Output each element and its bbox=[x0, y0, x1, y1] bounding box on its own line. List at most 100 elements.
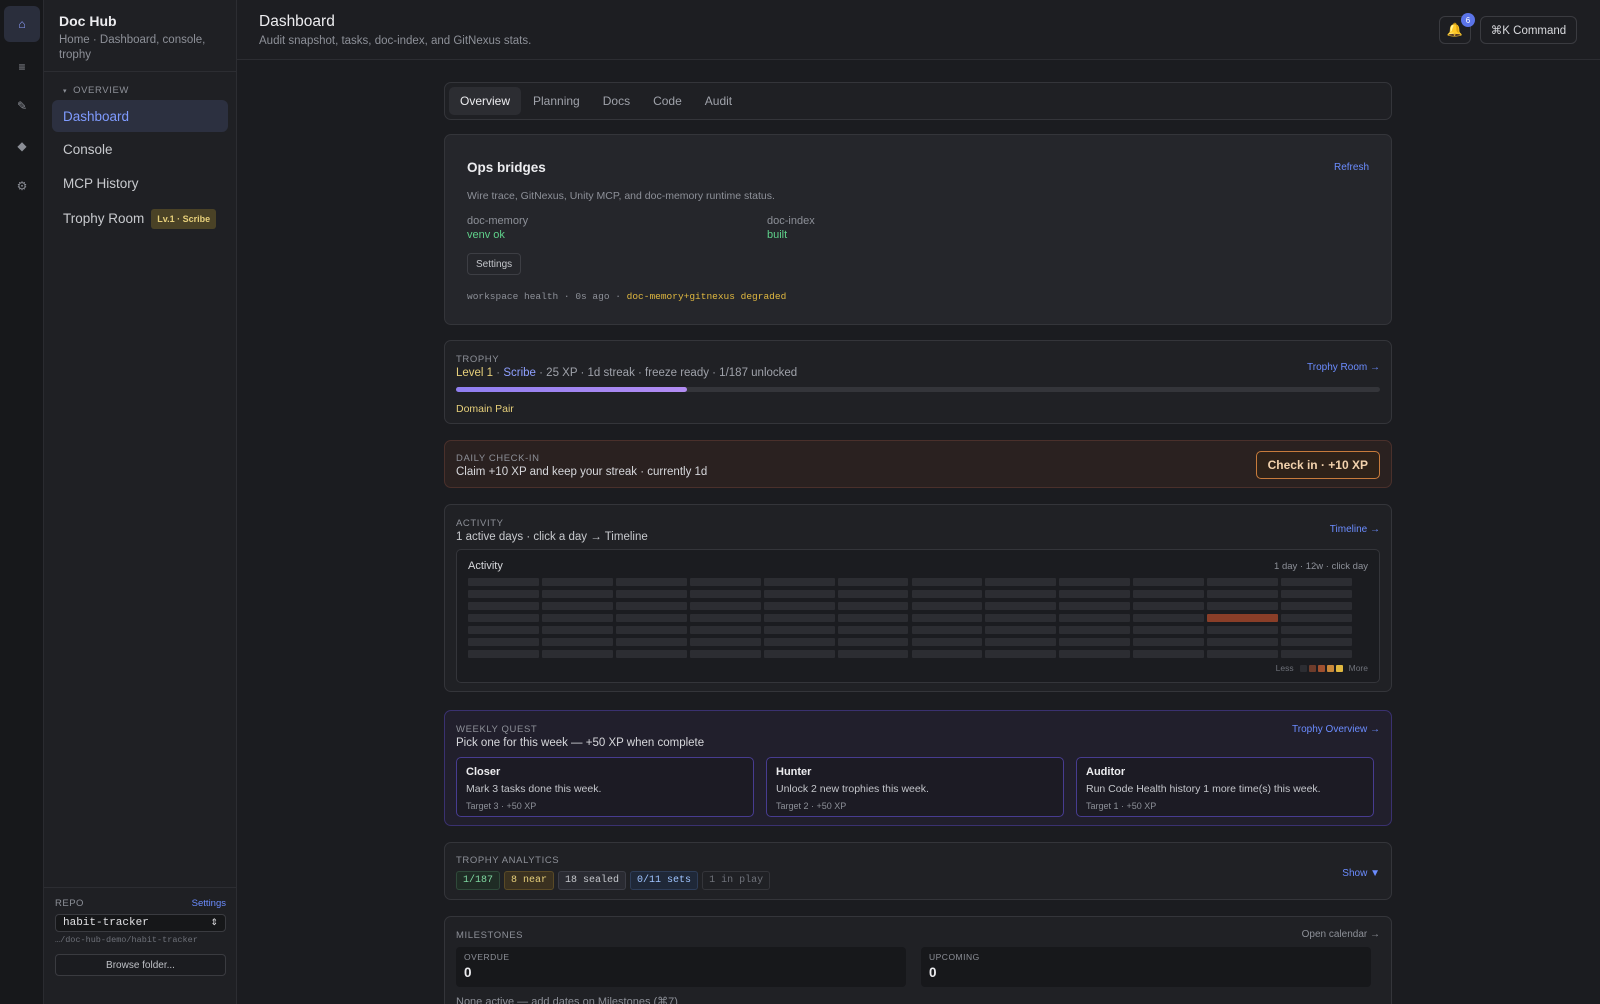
heatmap-cell[interactable] bbox=[911, 602, 983, 610]
sidebar-item-mcp-history[interactable]: MCP History bbox=[52, 167, 228, 199]
heatmap-cell[interactable] bbox=[985, 590, 1057, 598]
heatmap-cell[interactable] bbox=[1207, 650, 1279, 658]
browse-folder-button[interactable]: Browse folder... bbox=[55, 954, 226, 976]
heatmap-cell[interactable] bbox=[837, 602, 909, 610]
heatmap-cell[interactable] bbox=[468, 638, 539, 646]
heatmap-cell[interactable] bbox=[1059, 614, 1131, 622]
show-toggle[interactable]: Show ▼ bbox=[1342, 868, 1380, 879]
heatmap-cell[interactable] bbox=[1281, 602, 1352, 610]
heatmap-cell[interactable] bbox=[1133, 602, 1205, 610]
heatmap-cell[interactable] bbox=[615, 614, 687, 622]
heatmap-cell[interactable] bbox=[689, 578, 761, 586]
check-in-button[interactable]: Check in · +10 XP bbox=[1255, 451, 1380, 479]
heatmap-cell[interactable] bbox=[615, 602, 687, 610]
quest-option-closer[interactable]: Closer Mark 3 tasks done this week. Targ… bbox=[456, 757, 754, 817]
heatmap-cell[interactable] bbox=[468, 614, 539, 622]
heatmap-cell[interactable] bbox=[985, 614, 1057, 622]
heatmap-cell[interactable] bbox=[1133, 590, 1205, 598]
heatmap-cell[interactable] bbox=[541, 602, 613, 610]
menu-icon[interactable]: ≡ bbox=[4, 49, 40, 85]
heatmap-cell[interactable] bbox=[1207, 578, 1279, 586]
heatmap-cell[interactable] bbox=[689, 638, 761, 646]
heatmap-cell[interactable] bbox=[1059, 590, 1131, 598]
heatmap-cell[interactable] bbox=[985, 650, 1057, 658]
heatmap-cell[interactable] bbox=[1133, 578, 1205, 586]
heatmap-cell[interactable] bbox=[615, 650, 687, 658]
heatmap-cell[interactable] bbox=[837, 626, 909, 634]
heatmap-cell[interactable] bbox=[837, 614, 909, 622]
notifications-button[interactable]: 🔔 6 bbox=[1439, 13, 1475, 44]
heatmap-cell[interactable] bbox=[1133, 638, 1205, 646]
heatmap-cell[interactable] bbox=[911, 626, 983, 634]
heatmap-cell[interactable] bbox=[911, 650, 983, 658]
heatmap-cell[interactable] bbox=[1207, 638, 1279, 646]
heatmap-cell[interactable] bbox=[763, 614, 835, 622]
timeline-link[interactable]: Timeline → bbox=[1330, 524, 1380, 535]
open-calendar-link[interactable]: Open calendar → bbox=[1302, 929, 1380, 940]
heatmap-cell[interactable] bbox=[1059, 638, 1131, 646]
heatmap-cell[interactable] bbox=[541, 650, 613, 658]
heatmap-cell[interactable] bbox=[763, 626, 835, 634]
heatmap-cell[interactable] bbox=[541, 614, 613, 622]
heatmap-cell[interactable] bbox=[541, 638, 613, 646]
refresh-button[interactable]: Refresh bbox=[1334, 162, 1369, 173]
heatmap-cell[interactable] bbox=[689, 626, 761, 634]
heatmap-cell[interactable] bbox=[1207, 626, 1279, 634]
heatmap-cell[interactable] bbox=[763, 602, 835, 610]
quest-option-auditor[interactable]: Auditor Run Code Health history 1 more t… bbox=[1076, 757, 1374, 817]
tab-docs[interactable]: Docs bbox=[592, 87, 641, 115]
heatmap-cell[interactable] bbox=[689, 602, 761, 610]
heatmap-cell[interactable] bbox=[468, 650, 539, 658]
diamond-icon[interactable]: ◆ bbox=[4, 128, 40, 164]
heatmap-cell[interactable] bbox=[837, 578, 909, 586]
heatmap-cell[interactable] bbox=[763, 578, 835, 586]
heatmap-cell[interactable] bbox=[763, 638, 835, 646]
heatmap-cell[interactable] bbox=[1133, 650, 1205, 658]
heatmap-cell[interactable] bbox=[468, 626, 539, 634]
heatmap-cell[interactable] bbox=[911, 578, 983, 586]
trophy-room-link[interactable]: Trophy Room → bbox=[1307, 362, 1380, 373]
heatmap-cell[interactable] bbox=[541, 590, 613, 598]
heatmap-cell[interactable] bbox=[837, 650, 909, 658]
trophy-overview-link[interactable]: Trophy Overview → bbox=[1292, 724, 1380, 735]
heatmap-cell[interactable] bbox=[689, 590, 761, 598]
heatmap-cell[interactable] bbox=[1281, 626, 1352, 634]
sidebar-item-dashboard[interactable]: Dashboard bbox=[52, 100, 228, 132]
heatmap-cell[interactable] bbox=[1281, 590, 1352, 598]
heatmap-cell[interactable] bbox=[763, 650, 835, 658]
sidebar-item-trophy-room[interactable]: Trophy Room Lv.1 · Scribe bbox=[52, 201, 228, 237]
heatmap-cell[interactable] bbox=[541, 578, 613, 586]
repo-settings-link[interactable]: Settings bbox=[192, 898, 226, 909]
section-overview[interactable]: ▾ OVERVIEW bbox=[63, 85, 236, 96]
heatmap-cell[interactable] bbox=[1207, 602, 1279, 610]
heatmap-cell[interactable] bbox=[911, 638, 983, 646]
heatmap-cell[interactable] bbox=[1281, 578, 1352, 586]
heatmap-cell[interactable] bbox=[689, 614, 761, 622]
heatmap-cell[interactable] bbox=[985, 578, 1057, 586]
heatmap-cell[interactable] bbox=[1133, 614, 1205, 622]
edit-icon[interactable]: ✎ bbox=[4, 88, 40, 124]
heatmap-cell[interactable] bbox=[1281, 638, 1352, 646]
heatmap-cell[interactable] bbox=[1059, 626, 1131, 634]
sidebar-item-console[interactable]: Console bbox=[52, 134, 228, 166]
heatmap-cell[interactable] bbox=[615, 638, 687, 646]
heatmap-cell[interactable] bbox=[985, 602, 1057, 610]
heatmap-cell[interactable] bbox=[468, 590, 539, 598]
ops-settings-button[interactable]: Settings bbox=[467, 253, 522, 275]
heatmap-cell[interactable] bbox=[1059, 602, 1131, 610]
heatmap-cell[interactable] bbox=[468, 578, 539, 586]
tab-overview[interactable]: Overview bbox=[449, 87, 522, 115]
heatmap-cell[interactable] bbox=[468, 602, 539, 610]
heatmap-cell[interactable] bbox=[911, 590, 983, 598]
heatmap-cell[interactable] bbox=[615, 626, 687, 634]
tab-code[interactable]: Code bbox=[642, 87, 693, 115]
heatmap-cell[interactable] bbox=[1059, 650, 1131, 658]
quest-option-hunter[interactable]: Hunter Unlock 2 new trophies this week. … bbox=[766, 757, 1064, 817]
heatmap-cell[interactable] bbox=[985, 626, 1057, 634]
heatmap-cell[interactable] bbox=[1281, 650, 1352, 658]
repo-select[interactable]: habit-tracker ⇕ bbox=[55, 914, 226, 932]
heatmap-cell[interactable] bbox=[541, 626, 613, 634]
heatmap-cell[interactable] bbox=[1059, 578, 1131, 586]
heatmap-cell[interactable] bbox=[985, 638, 1057, 646]
heatmap-cell[interactable] bbox=[763, 590, 835, 598]
